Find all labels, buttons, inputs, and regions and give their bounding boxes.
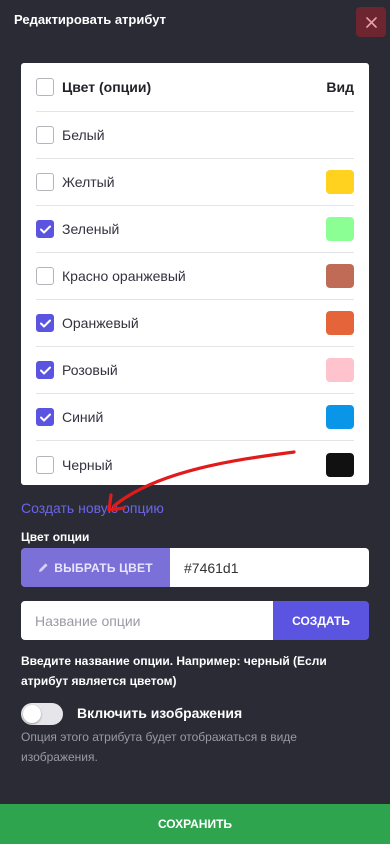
option-label: Красно оранжевый — [62, 268, 186, 284]
color-swatch — [326, 311, 354, 335]
color-options-table: Цвет (опции) Вид Белый Желтый Зеленый Красн… — [21, 63, 369, 485]
enable-images-description: Опция этого атрибута будет отображаться … — [21, 730, 297, 764]
option-checkbox[interactable] — [36, 220, 54, 238]
hex-color-input[interactable] — [170, 548, 369, 587]
enable-images-toggle[interactable] — [21, 703, 63, 725]
option-checkbox[interactable] — [36, 173, 54, 191]
option-checkbox[interactable] — [36, 455, 54, 474]
option-label: Желтый — [62, 174, 115, 190]
color-swatch — [326, 264, 354, 288]
color-swatch — [326, 217, 354, 241]
table-row: Зеленый — [36, 206, 354, 253]
option-name-hint: Введите название опции. Например: черный… — [21, 654, 327, 688]
table-row: Розовый — [36, 347, 354, 394]
option-checkbox[interactable] — [36, 408, 54, 426]
option-label: Оранжевый — [62, 315, 139, 331]
option-label: Розовый — [62, 362, 118, 378]
option-label: Белый — [62, 127, 105, 143]
table-row: Оранжевый — [36, 300, 354, 347]
pick-color-button[interactable]: ВЫБРАТЬ ЦВЕТ — [21, 548, 170, 587]
save-button[interactable]: СОХРАНИТЬ — [0, 804, 390, 844]
table-header-label: Цвет (опции) — [62, 79, 152, 95]
option-name-input[interactable] — [21, 601, 273, 640]
table-row: Синий — [36, 394, 354, 441]
table-row: Желтый — [36, 159, 354, 206]
color-option-label: Цвет опции — [21, 530, 90, 544]
toggle-knob — [23, 705, 41, 723]
table-header: Цвет (опции) Вид — [36, 63, 354, 112]
enable-images-label: Включить изображения — [77, 705, 243, 721]
option-checkbox[interactable] — [36, 126, 54, 144]
option-checkbox[interactable] — [36, 314, 54, 332]
dialog-title: Редактировать атрибут — [14, 12, 166, 27]
red-arrow-annotation — [107, 450, 296, 512]
pick-color-label: ВЫБРАТЬ ЦВЕТ — [54, 560, 153, 575]
close-icon — [365, 16, 377, 28]
option-label: Зеленый — [62, 221, 120, 237]
color-swatch — [326, 358, 354, 382]
option-label: Синий — [62, 409, 104, 425]
table-row: Белый — [36, 112, 354, 159]
color-swatch — [326, 405, 354, 429]
pencil-icon — [39, 563, 48, 572]
select-all-checkbox[interactable] — [36, 78, 54, 96]
table-header-view: Вид — [326, 79, 354, 95]
close-button[interactable] — [356, 7, 386, 37]
color-swatch — [326, 452, 354, 477]
checkmark-icon — [39, 225, 51, 233]
option-checkbox[interactable] — [36, 361, 54, 379]
color-swatch — [326, 170, 354, 194]
checkmark-icon — [39, 319, 51, 327]
create-option-button[interactable]: СОЗДАТЬ — [273, 601, 369, 640]
checkmark-icon — [39, 366, 51, 374]
option-checkbox[interactable] — [36, 267, 54, 285]
table-row: Красно оранжевый — [36, 253, 354, 300]
checkmark-icon — [39, 413, 51, 421]
